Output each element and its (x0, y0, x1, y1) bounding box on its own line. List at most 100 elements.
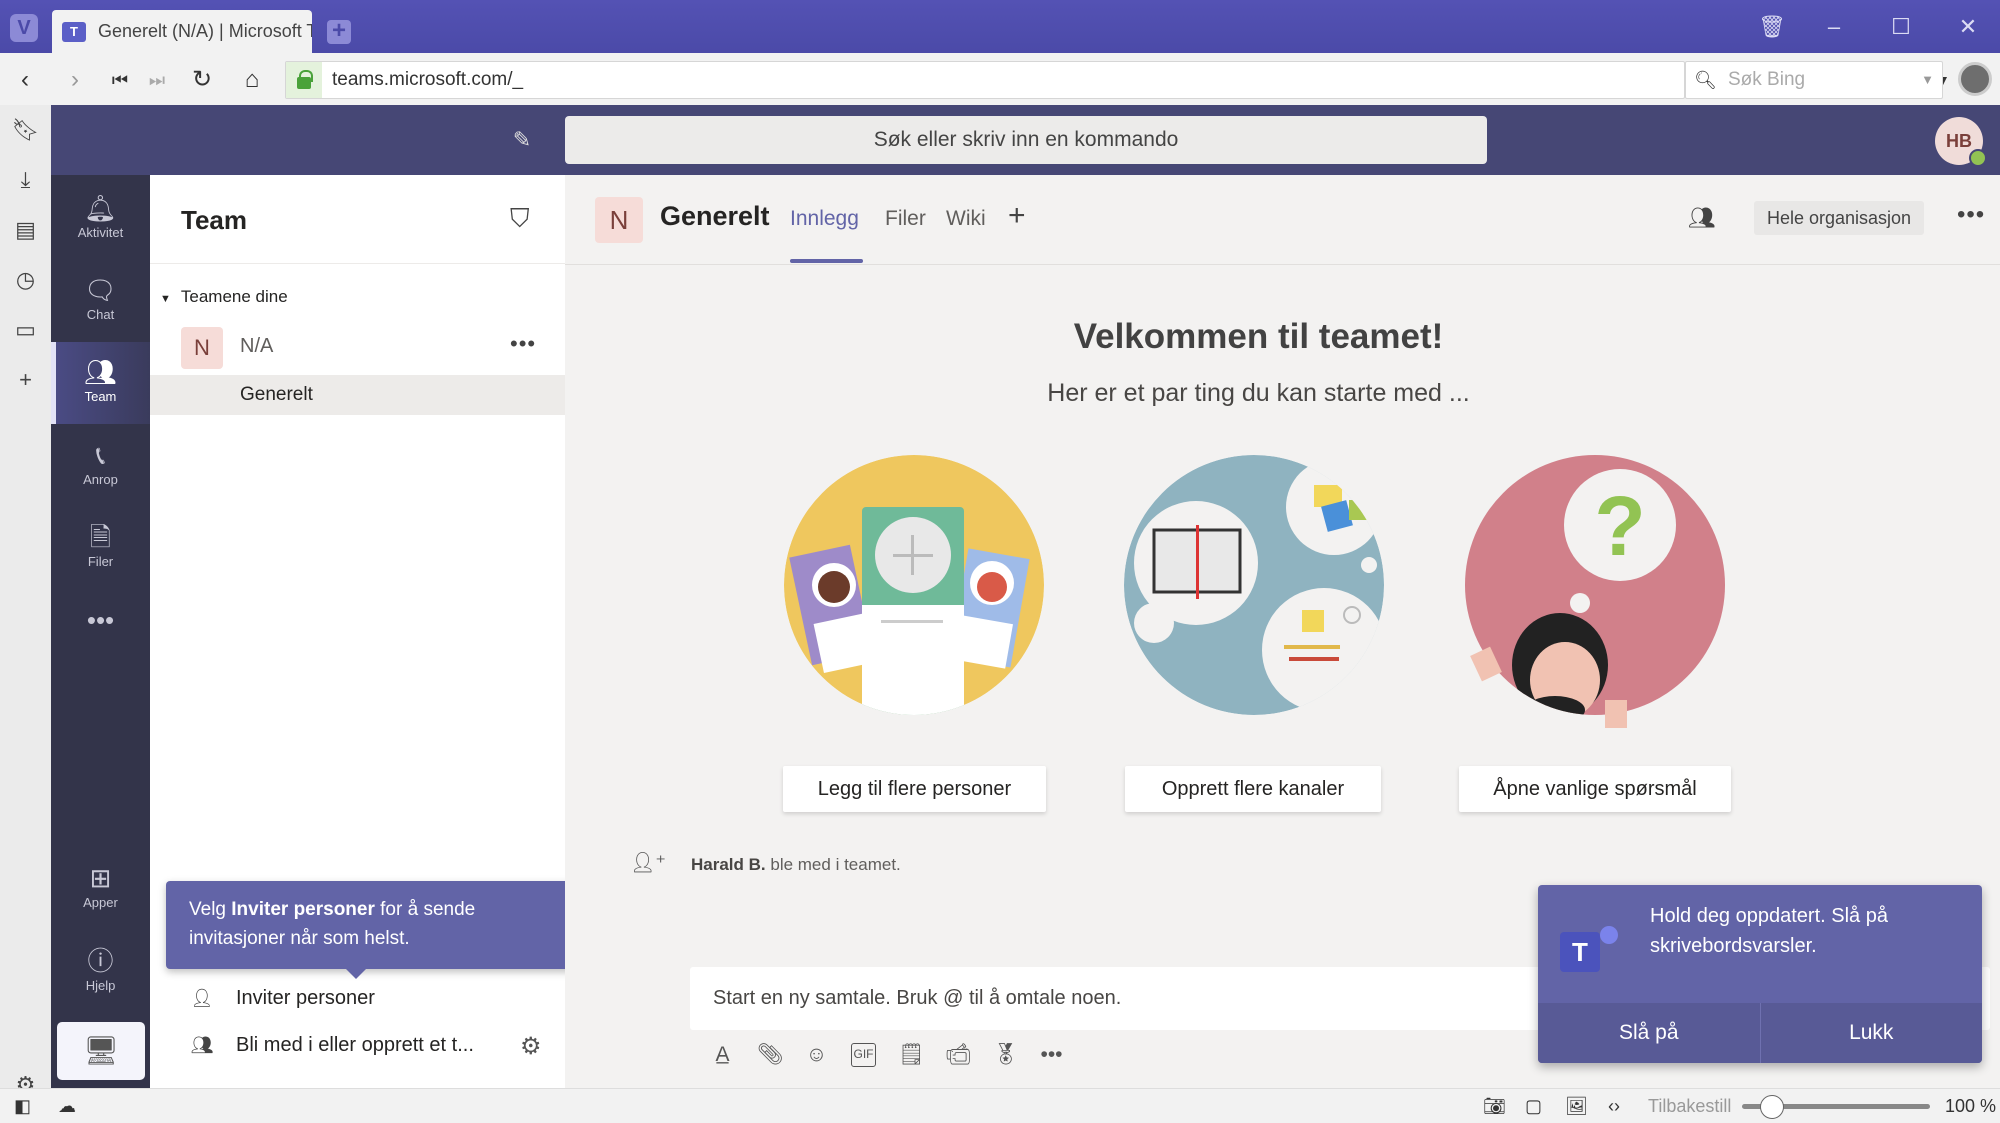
rail-item-files[interactable]: 🗎 Filer (51, 507, 150, 589)
more-options-icon[interactable]: ••• (1039, 1043, 1064, 1067)
tab-files[interactable]: Filer (885, 207, 926, 231)
section-label: Teamene dine (180, 287, 288, 306)
reload-button[interactable]: ↻ (185, 63, 219, 97)
welcome-title: Velkommen til teamet! (1073, 317, 1444, 356)
new-chat-icon[interactable]: ✎ (507, 125, 537, 155)
bookmarks-panel-icon[interactable]: 🔖︎ (0, 110, 51, 150)
search-dropdown-icon[interactable]: ▼ (1921, 62, 1934, 98)
teams-header: ✎ Søk eller skriv inn en kommando HB (51, 105, 2000, 175)
tab-posts[interactable]: Innlegg (790, 207, 859, 231)
fast-forward-button[interactable]: ⏭ (140, 63, 174, 97)
join-label: Bli med i eller opprett et t... (236, 1034, 474, 1056)
more-options-icon[interactable]: ••• (1957, 201, 1985, 229)
history-panel-icon[interactable]: ◷ (0, 260, 51, 300)
new-tab-button[interactable]: + (327, 19, 351, 44)
coach-bold: Inviter personer (231, 899, 375, 920)
invite-label: Inviter personer (236, 987, 375, 1009)
help-icon: ⓘ (87, 946, 114, 976)
add-people-illustration (784, 455, 1044, 715)
rail-label: Aktivitet (77, 225, 124, 240)
org-label: Hele organisasjon (1766, 208, 1912, 228)
minimize-button[interactable]: – (1814, 12, 1854, 42)
composer-toolbar: A̲ 📎︎ ☺ GIF 🗒︎ 📹︎ 🏅︎ ••• (710, 1043, 1064, 1067)
panel-toggle-icon[interactable]: ◧ (14, 1089, 31, 1123)
chat-icon: 🗨︎ (83, 275, 117, 305)
your-teams-section[interactable]: ▼ Teamene dine (160, 287, 288, 307)
download-desktop-app-button[interactable]: 🖥︎ (57, 1022, 145, 1080)
sync-cloud-icon[interactable]: ☁ (58, 1089, 76, 1123)
praise-icon[interactable]: 🏅︎ (992, 1043, 1019, 1067)
images-icon[interactable]: 🖼︎ (1565, 1089, 1588, 1123)
browser-status-bar: ◧ ☁ 📷︎ ▢ 🖼︎ ‹› Tilbakestill 100 % (0, 1088, 2000, 1123)
screenshot-icon[interactable]: 📷︎ (1483, 1089, 1506, 1123)
home-button[interactable]: ⌂ (235, 63, 269, 97)
command-search-input[interactable]: Søk eller skriv inn en kommando (565, 116, 1487, 164)
teams-list-panel: Team ⛉ ▼ Teamene dine N N/A ••• Generelt … (150, 175, 580, 1088)
add-tab-icon[interactable]: + (1008, 199, 1026, 233)
close-window-button[interactable]: ✕ (1948, 12, 1988, 42)
vivaldi-panel: 🔖︎ ⤓ ▤ ◷ ▭ + ⚙ (0, 105, 51, 1097)
rail-item-team[interactable]: 👥︎ Team (51, 342, 150, 424)
activity-message: Harald B. ble med i teamet. (691, 855, 901, 875)
filter-icon[interactable]: ⛉ (510, 203, 530, 235)
tab-wiki[interactable]: Wiki (946, 207, 986, 231)
rail-item-chat[interactable]: 🗨︎ Chat (51, 260, 150, 342)
zoom-reset-button[interactable]: Tilbakestill (1648, 1089, 1731, 1123)
window-panel-icon[interactable]: ▭ (0, 310, 51, 350)
org-wide-button[interactable]: Hele organisasjon (1754, 201, 1924, 235)
browser-tab[interactable]: T Generelt (N/A) | Microsoft Teams (52, 10, 312, 53)
lock-icon[interactable] (286, 62, 322, 98)
bell-icon: 🔔︎ (83, 193, 117, 223)
back-button[interactable]: ‹ (8, 63, 42, 97)
attach-icon[interactable]: 📎︎ (757, 1043, 784, 1067)
enable-notifications-button[interactable]: Slå på (1538, 1003, 1760, 1063)
rail-more-button[interactable]: ••• (51, 590, 150, 640)
coach-text: Velg (189, 899, 232, 920)
divider (565, 264, 2000, 265)
presence-badge (1969, 149, 1987, 167)
meet-now-icon[interactable]: 📹︎ (945, 1043, 972, 1067)
rail-item-help[interactable]: ⓘ Hjelp (51, 931, 150, 1013)
add-panel-icon[interactable]: + (0, 360, 51, 400)
rail-item-apps[interactable]: ⊞ Apper (51, 848, 150, 930)
join-create-team-button[interactable]: 👥︎ Bli med i eller opprett et t... (188, 1034, 474, 1057)
sticker-icon[interactable]: 🗒︎ (898, 1043, 925, 1067)
trash-icon[interactable]: 🗑 (1752, 12, 1792, 42)
question-person-icon: ? (1465, 455, 1725, 728)
add-more-people-button[interactable]: Legg til flere personer (783, 766, 1046, 812)
app-rail: 🔔︎ Aktivitet 🗨︎ Chat 👥︎ Team 📞︎ Anrop 🗎 … (51, 175, 150, 1088)
manage-teams-gear-icon[interactable]: ⚙ (520, 1032, 542, 1061)
gif-icon[interactable]: GIF (851, 1043, 876, 1067)
team-members-icon[interactable]: 👥︎ (1688, 205, 1716, 231)
format-icon[interactable]: A̲ (710, 1043, 735, 1067)
downloads-panel-icon[interactable]: ⤓ (0, 160, 51, 200)
zoom-slider[interactable] (1742, 1095, 1930, 1119)
open-faq-button[interactable]: Åpne vanlige spørsmål (1459, 766, 1731, 812)
rail-item-calls[interactable]: 📞︎ Anrop (51, 425, 150, 507)
apps-icon: ⊞ (89, 863, 112, 893)
page-actions-icon[interactable]: ‹› (1608, 1089, 1620, 1123)
channel-name: Generelt (240, 384, 313, 405)
maximize-button[interactable]: ☐ (1881, 12, 1921, 42)
vivaldi-logo[interactable]: V (10, 14, 38, 42)
team-name[interactable]: N/A (240, 335, 273, 358)
create-more-channels-button[interactable]: Opprett flere kanaler (1125, 766, 1381, 812)
rail-item-activity[interactable]: 🔔︎ Aktivitet (51, 178, 150, 260)
url-text[interactable]: teams.microsoft.com/_ (332, 62, 523, 98)
emoji-icon[interactable]: ☺ (804, 1043, 829, 1067)
channel-item-generelt[interactable]: Generelt (150, 375, 565, 415)
invite-people-button[interactable]: 👤︎ Inviter personer (188, 987, 375, 1010)
url-bar[interactable]: teams.microsoft.com/_ 🔖︎ ▼ (285, 61, 1950, 99)
forward-button[interactable]: › (58, 63, 92, 97)
zoom-slider-handle[interactable] (1760, 1095, 1785, 1119)
notes-panel-icon[interactable]: ▤ (0, 210, 51, 250)
close-toast-button[interactable]: Lukk (1759, 1003, 1983, 1063)
search-placeholder: Søk Bing (1728, 69, 1806, 90)
search-engine-icon[interactable]: 🔍︎ (1694, 62, 1717, 98)
profile-avatar[interactable] (1958, 62, 1992, 96)
search-field[interactable]: 🔍︎ Søk Bing ▼ (1685, 61, 1943, 99)
team-more-options-icon[interactable]: ••• (510, 331, 536, 357)
tiling-icon[interactable]: ▢ (1525, 1089, 1542, 1123)
activity-user[interactable]: Harald B. (691, 855, 766, 874)
rewind-button[interactable]: ⏮ (103, 63, 137, 97)
